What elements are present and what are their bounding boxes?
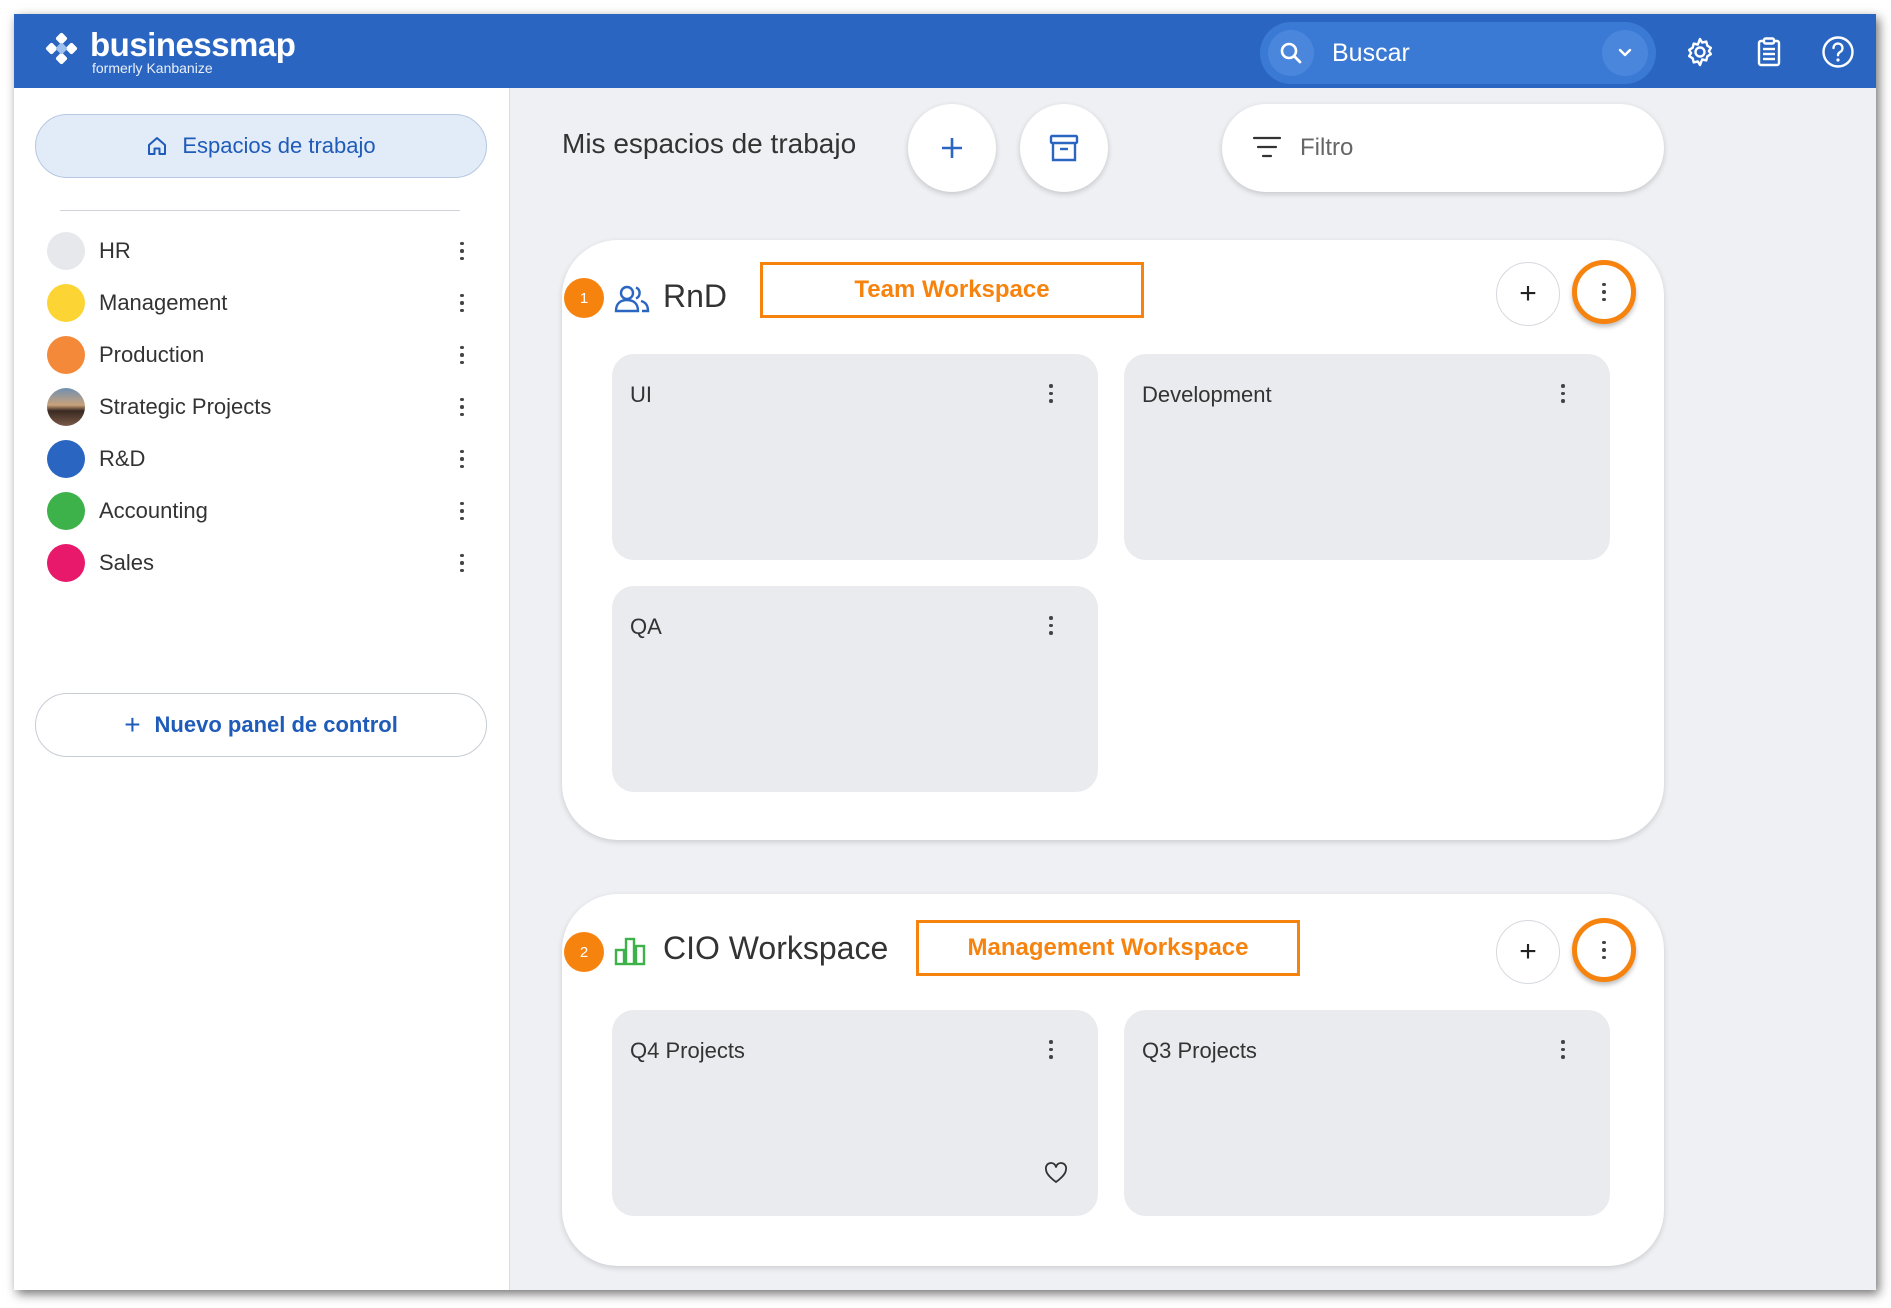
home-icon bbox=[146, 135, 168, 157]
workspaces-button[interactable]: Espacios de trabajo bbox=[35, 114, 487, 178]
app-window: businessmap formerly Kanbanize Buscar Es… bbox=[14, 14, 1876, 1290]
sidebar-item-strategic-projects[interactable]: Strategic Projects bbox=[35, 382, 487, 432]
more-vertical-icon[interactable] bbox=[447, 397, 477, 417]
more-vertical-icon[interactable] bbox=[447, 553, 477, 573]
more-vertical-icon[interactable] bbox=[1548, 384, 1578, 403]
new-dashboard-button[interactable]: + Nuevo panel de control bbox=[35, 693, 487, 757]
board-title: QA bbox=[630, 614, 662, 639]
workspace-type-annotation: Team Workspace bbox=[760, 262, 1144, 318]
top-bar: businessmap formerly Kanbanize Buscar bbox=[14, 14, 1876, 88]
workspaces-button-label: Espacios de trabajo bbox=[182, 133, 376, 158]
businessmap-logo-icon bbox=[45, 32, 78, 65]
sidebar-item-sales[interactable]: Sales bbox=[35, 538, 487, 588]
board-card[interactable]: Q3 Projects bbox=[1124, 1010, 1610, 1216]
new-dashboard-label: Nuevo panel de control bbox=[154, 712, 398, 737]
filter-icon bbox=[1252, 136, 1282, 158]
heart-icon[interactable] bbox=[1044, 1162, 1068, 1184]
plus-icon: + bbox=[124, 709, 141, 740]
plus-icon bbox=[942, 138, 962, 158]
hr-color-avatar bbox=[47, 232, 85, 270]
more-vertical-icon[interactable] bbox=[447, 501, 477, 521]
add-workspace-button[interactable] bbox=[908, 104, 996, 192]
sidebar-item-label: R&D bbox=[99, 446, 146, 471]
workspace-type-annotation: Management Workspace bbox=[916, 920, 1300, 976]
sidebar-item-label: Production bbox=[99, 342, 205, 367]
board-card[interactable]: QA bbox=[612, 586, 1098, 792]
strategic-projects-image-avatar bbox=[47, 388, 85, 426]
workspace-name[interactable]: CIO Workspace bbox=[663, 930, 888, 967]
board-title: Development bbox=[1142, 382, 1272, 407]
more-vertical-icon[interactable] bbox=[447, 345, 477, 365]
sidebar-item-label: Management bbox=[99, 290, 228, 315]
production-color-avatar bbox=[47, 336, 85, 374]
workspace-card-cio: 2 CIO Workspace Management Workspace + Q… bbox=[562, 894, 1664, 1266]
board-card[interactable]: Q4 Projects bbox=[612, 1010, 1098, 1216]
team-icon bbox=[614, 285, 650, 313]
management-chart-icon bbox=[614, 937, 646, 966]
gear-icon[interactable] bbox=[1682, 34, 1718, 70]
more-vertical-icon bbox=[1589, 940, 1619, 960]
logo[interactable]: businessmap formerly Kanbanize bbox=[42, 26, 296, 76]
board-card[interactable]: UI bbox=[612, 354, 1098, 560]
filter-placeholder: Filtro bbox=[1300, 134, 1354, 161]
search-icon[interactable] bbox=[1268, 30, 1314, 76]
workspace-menu-button[interactable] bbox=[1572, 918, 1636, 982]
sidebar-item-accounting[interactable]: Accounting bbox=[35, 486, 487, 536]
more-vertical-icon[interactable] bbox=[1548, 1040, 1578, 1059]
sales-color-avatar bbox=[47, 544, 85, 582]
logo-subtitle: formerly Kanbanize bbox=[92, 60, 213, 76]
help-icon[interactable] bbox=[1820, 34, 1856, 70]
more-vertical-icon[interactable] bbox=[1036, 616, 1066, 635]
board-title: Q4 Projects bbox=[630, 1038, 745, 1063]
more-vertical-icon bbox=[1589, 282, 1619, 302]
more-vertical-icon[interactable] bbox=[447, 293, 477, 313]
rnd-color-avatar bbox=[47, 440, 85, 478]
logo-name: businessmap bbox=[90, 26, 296, 63]
annotation-badge: 1 bbox=[564, 278, 604, 318]
more-vertical-icon[interactable] bbox=[447, 241, 477, 261]
board-title: Q3 Projects bbox=[1142, 1038, 1257, 1063]
sidebar-item-label: Sales bbox=[99, 550, 155, 575]
add-board-button[interactable]: + bbox=[1496, 920, 1560, 984]
more-vertical-icon[interactable] bbox=[447, 449, 477, 469]
sidebar-item-hr[interactable]: HR bbox=[35, 226, 487, 276]
workspace-name[interactable]: RnD bbox=[663, 278, 727, 315]
page-title: Mis espacios de trabajo bbox=[562, 128, 857, 159]
accounting-color-avatar bbox=[47, 492, 85, 530]
sidebar-item-label: Accounting bbox=[99, 498, 208, 523]
chevron-down-icon[interactable] bbox=[1602, 30, 1648, 76]
board-title: UI bbox=[630, 382, 652, 407]
annotation-badge: 2 bbox=[564, 932, 604, 972]
workspace-menu-button[interactable] bbox=[1572, 260, 1636, 324]
sidebar-divider bbox=[60, 210, 460, 211]
clipboard-icon[interactable] bbox=[1751, 34, 1787, 70]
more-vertical-icon[interactable] bbox=[1036, 1040, 1066, 1059]
sidebar-item-production[interactable]: Production bbox=[35, 330, 487, 380]
sidebar: Espacios de trabajo HR Management Produc… bbox=[14, 88, 510, 1290]
management-color-avatar bbox=[47, 284, 85, 322]
archive-icon bbox=[1049, 134, 1079, 162]
search-input[interactable]: Buscar bbox=[1332, 39, 1410, 68]
archive-button[interactable] bbox=[1020, 104, 1108, 192]
workspace-card-rnd: 1 RnD Team Workspace + UI Development QA bbox=[562, 240, 1664, 840]
more-vertical-icon[interactable] bbox=[1036, 384, 1066, 403]
add-board-button[interactable]: + bbox=[1496, 262, 1560, 326]
board-card[interactable]: Development bbox=[1124, 354, 1610, 560]
sidebar-item-rnd[interactable]: R&D bbox=[35, 434, 487, 484]
filter-input[interactable]: Filtro bbox=[1222, 104, 1664, 192]
sidebar-item-label: Strategic Projects bbox=[99, 394, 272, 419]
sidebar-item-management[interactable]: Management bbox=[35, 278, 487, 328]
search-bar[interactable]: Buscar bbox=[1260, 22, 1656, 84]
sidebar-item-label: HR bbox=[99, 238, 131, 263]
